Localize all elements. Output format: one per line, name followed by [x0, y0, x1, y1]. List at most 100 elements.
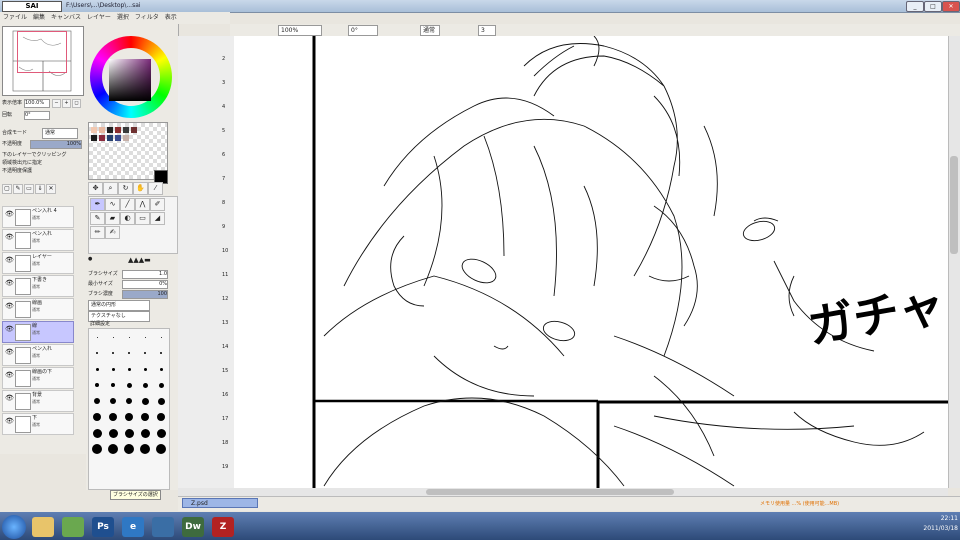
brush-size-dot[interactable]	[144, 336, 146, 338]
vertical-scroll-thumb[interactable]	[950, 156, 958, 254]
zoom-tool-icon[interactable]: ⌕	[103, 182, 118, 195]
menu-layer[interactable]: レイヤー	[84, 12, 114, 24]
eraser-tool-icon[interactable]: ▭	[135, 212, 150, 225]
brush-size-dot[interactable]	[128, 352, 130, 354]
color-swatch[interactable]	[115, 127, 121, 133]
marker-tool-icon[interactable]: ✍	[105, 226, 120, 239]
layer-row[interactable]: 👁 ペン入れ 4 通常	[2, 206, 74, 228]
color-swatch[interactable]	[107, 135, 113, 141]
eye-icon[interactable]: 👁	[5, 394, 14, 402]
angle-select[interactable]: 0°	[348, 25, 378, 36]
zoom-in-icon[interactable]: +	[62, 99, 71, 108]
eye-icon[interactable]: 👁	[5, 279, 14, 287]
start-button[interactable]	[2, 515, 26, 539]
layer-row[interactable]: 👁 背景 通常	[2, 390, 74, 412]
menu-filter[interactable]: フィルタ	[132, 12, 162, 24]
brush-size-dot[interactable]	[111, 383, 115, 387]
minimize-button[interactable]: _	[906, 1, 924, 12]
zoom-reset-icon[interactable]: ◻	[72, 99, 81, 108]
brush-size-dot[interactable]	[140, 428, 150, 438]
saturation-value-square[interactable]	[109, 59, 151, 101]
brush-size-grid[interactable]	[88, 328, 170, 490]
eye-icon[interactable]: 👁	[5, 325, 14, 333]
brush-size-dot[interactable]	[144, 352, 146, 354]
brush-size-dot[interactable]	[108, 428, 118, 438]
system-clock[interactable]: 22:11 2011/03/18	[890, 514, 958, 538]
brush-size-dot[interactable]	[143, 367, 147, 371]
brush-size-dot[interactable]	[127, 367, 131, 371]
brush-size-dot[interactable]	[112, 336, 114, 338]
pressure-tool-icon[interactable]: ✎	[90, 212, 105, 225]
brush-size-dot[interactable]	[124, 444, 134, 454]
document-tab[interactable]: Z.psd	[182, 498, 258, 508]
stabilizer-select[interactable]: 3	[478, 25, 496, 36]
angle-slider[interactable]: 0°	[24, 111, 50, 120]
new-layer-icon[interactable]: ▢	[2, 184, 12, 194]
weight-tool-icon[interactable]: ▰	[105, 212, 120, 225]
maximize-button[interactable]: □	[924, 1, 942, 12]
density-slider[interactable]: 100	[122, 290, 168, 299]
eye-icon[interactable]: 👁	[5, 348, 14, 356]
polyline-tool-icon[interactable]: ⋀	[135, 198, 150, 211]
curve-tool-icon[interactable]: ∿	[105, 198, 120, 211]
clipping-checkbox[interactable]: 下のレイヤーでクリッピング	[2, 151, 67, 158]
brush-shape-select[interactable]: 通常の円形	[88, 300, 150, 311]
menu-select[interactable]: 選択	[114, 12, 132, 24]
menu-view[interactable]: 表示	[162, 12, 180, 24]
line-tool-icon[interactable]: ╱	[120, 198, 135, 211]
brush-size-dot[interactable]	[156, 444, 166, 454]
color-swatch[interactable]	[107, 127, 113, 133]
layer-row[interactable]: 👁 線通常	[2, 321, 74, 343]
merge-layer-icon[interactable]: ⇓	[35, 184, 45, 194]
move-tool-icon[interactable]: ✥	[88, 182, 103, 195]
color-swatch[interactable]	[115, 135, 121, 141]
rotate-tool-icon[interactable]: ↻	[118, 182, 133, 195]
brush-size-dot[interactable]	[96, 352, 98, 354]
layer-row[interactable]: 👁 線画 通常	[2, 298, 74, 320]
eyedropper-tool-icon[interactable]: ⁄	[148, 182, 163, 195]
brush-size-dot[interactable]	[159, 367, 163, 371]
brush-size-dot[interactable]	[157, 397, 165, 405]
vertical-scrollbar[interactable]	[948, 36, 960, 488]
layer-row[interactable]: 👁 下通常	[2, 413, 74, 435]
eye-icon[interactable]: 👁	[5, 302, 14, 310]
brush-size-dot[interactable]	[141, 397, 149, 405]
new-linework-icon[interactable]: ✎	[13, 184, 23, 194]
brush-size-dot[interactable]	[141, 413, 149, 421]
brush-size-dot[interactable]	[96, 336, 98, 338]
brush-tool-icon[interactable]: ✏	[90, 226, 105, 239]
zoom-out-icon[interactable]: −	[52, 99, 61, 108]
brush-size-dot[interactable]	[111, 367, 115, 371]
menu-canvas[interactable]: キャンバス	[48, 12, 84, 24]
color-swatch[interactable]	[131, 127, 137, 133]
color-swatch[interactable]	[99, 135, 105, 141]
layer-row[interactable]: 👁 下書き 通常	[2, 275, 74, 297]
brush-size-dot[interactable]	[124, 428, 134, 438]
zoom-select[interactable]: 100%	[278, 25, 322, 36]
network-icon[interactable]	[152, 517, 174, 537]
filezilla-icon[interactable]: Z	[212, 517, 234, 537]
color-swatch[interactable]	[99, 127, 105, 133]
min-size-slider[interactable]: 0%	[122, 280, 168, 289]
brush-size-dot[interactable]	[158, 382, 164, 388]
layer-row[interactable]: 👁 ペン入れ 通常	[2, 344, 74, 366]
brush-size-dot[interactable]	[95, 383, 99, 387]
close-button[interactable]: ✕	[942, 1, 960, 12]
area-source-checkbox[interactable]: 領域検出元に指定	[2, 159, 42, 166]
brush-size-dot[interactable]	[160, 352, 162, 354]
color-swatch[interactable]	[123, 127, 129, 133]
brush-size-dot[interactable]	[125, 413, 133, 421]
brush-size-dot[interactable]	[128, 336, 130, 338]
brush-size-dot[interactable]	[93, 413, 101, 421]
brush-size-dot[interactable]	[109, 413, 117, 421]
brush-size-dot[interactable]	[126, 382, 132, 388]
delete-layer-icon[interactable]: ✕	[46, 184, 56, 194]
brush-size-dot[interactable]	[156, 428, 166, 438]
eye-icon[interactable]: 👁	[5, 210, 14, 218]
layer-row[interactable]: 👁 ペン入れ 通常	[2, 229, 74, 251]
brush-size-dot[interactable]	[157, 413, 165, 421]
folder-icon[interactable]	[32, 517, 54, 537]
color-tool-icon[interactable]: ◐	[120, 212, 135, 225]
layer-mode-select[interactable]: 通常	[42, 128, 78, 139]
canvas-paper[interactable]: ガチャ	[234, 36, 948, 488]
